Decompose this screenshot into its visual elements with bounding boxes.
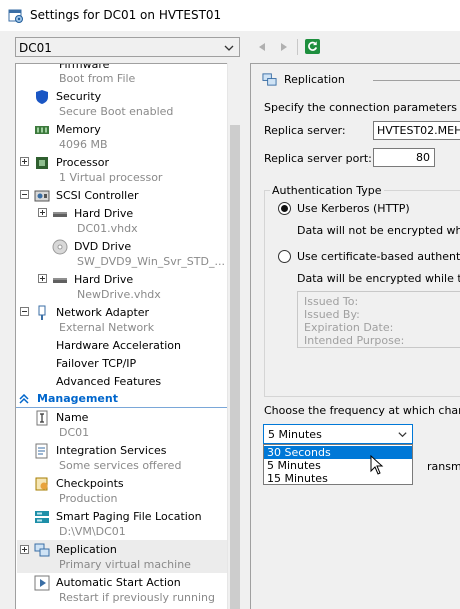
frequency-option-30-seconds[interactable]: 30 Seconds [264, 446, 412, 459]
scsi-controller-icon [34, 190, 50, 202]
mouse-cursor-icon [370, 455, 384, 475]
chevron-down-icon [224, 45, 234, 51]
network-adapter-icon [38, 305, 46, 320]
kerberos-note: Data will not be encrypted while tr [297, 224, 460, 237]
tree-item-autostart-label[interactable]: Automatic Start Action [56, 576, 181, 589]
certificate-details-box: Issued To: Issued By: Expiration Date: I… [297, 291, 460, 348]
intro-text: Specify the connection parameters to use [264, 101, 460, 114]
hard-drive-1-expand-icon[interactable] [38, 208, 47, 217]
tree-scrollbar[interactable] [227, 63, 241, 609]
triangle-left-icon[interactable] [256, 41, 268, 53]
shield-icon [36, 90, 48, 104]
section-title-rule [373, 80, 460, 81]
chevron-down-icon [398, 432, 407, 438]
frequency-option-15-minutes[interactable]: 15 Minutes [264, 472, 412, 485]
processor-icon [36, 157, 48, 169]
certificate-radio[interactable] [278, 250, 291, 263]
tree-item-autostart-sub: Restart if previously running [59, 591, 215, 604]
vm-select[interactable]: DC01 [15, 37, 240, 57]
processor-expand-icon[interactable] [20, 157, 29, 166]
frequency-option-5-minutes[interactable]: 5 Minutes [264, 459, 412, 472]
integration-services-icon [35, 443, 48, 459]
replica-port-input[interactable]: 80 [373, 148, 435, 167]
tree-item-security-sub: Secure Boot enabled [59, 105, 174, 118]
tree-item-integration-sub: Some services offered [59, 459, 182, 472]
tree-item-network-label[interactable]: Network Adapter [56, 306, 149, 319]
auth-group-title: Authentication Type [270, 184, 384, 197]
tree-item-name-label[interactable]: Name [56, 411, 88, 424]
replica-port-label: Replica server port: [264, 152, 372, 165]
frequency-select-value: 5 Minutes [268, 428, 322, 441]
section-title: Replication [284, 73, 345, 86]
hard-drive-icon [53, 212, 67, 217]
scsi-collapse-icon[interactable] [20, 190, 29, 199]
expiration-date-label: Expiration Date: [304, 321, 394, 334]
memory-icon [35, 126, 49, 134]
triangle-right-icon[interactable] [278, 41, 290, 53]
management-section-header[interactable]: Management [37, 392, 118, 405]
tree-item-firmware-sub: Boot from File [59, 72, 136, 85]
hardware-tree: Firmware Boot from File Security Secure … [15, 63, 241, 609]
tree-item-dvd-sub: SW_DVD9_Win_Svr_STD_... [77, 255, 225, 268]
hard-drive-2-expand-icon[interactable] [38, 274, 47, 283]
automatic-start-icon [34, 575, 50, 591]
window-title: Settings for DC01 on HVTEST01 [30, 8, 222, 22]
tree-item-name-sub: DC01 [59, 426, 90, 439]
replica-server-label: Replica server: [264, 124, 346, 137]
scrollbar-thumb[interactable] [230, 125, 240, 609]
tree-item-failover-label[interactable]: Failover TCP/IP [56, 357, 136, 370]
tree-item-checkpoints-label[interactable]: Checkpoints [56, 477, 124, 490]
frequency-label: Choose the frequency at which changes [264, 404, 460, 417]
replication-expand-icon[interactable] [20, 545, 29, 554]
partially-obscured-text: ransmitte [427, 460, 460, 473]
title-bar: Settings for DC01 on HVTEST01 [0, 0, 460, 31]
vm-select-value: DC01 [19, 41, 52, 55]
tree-item-checkpoints-sub: Production [59, 492, 118, 505]
tree-item-security-label[interactable]: Security [56, 90, 101, 103]
tree-item-processor-label[interactable]: Processor [56, 156, 109, 169]
certificate-note: Data will be encrypted while trans [297, 272, 460, 285]
issued-by-label: Issued By: [304, 308, 360, 321]
tree-item-replication-label[interactable]: Replication [56, 543, 117, 556]
issued-to-label: Issued To: [304, 295, 359, 308]
toolbar-divider [297, 39, 298, 55]
name-icon [36, 410, 48, 426]
tree-item-paging-sub: D:\VM\DC01 [59, 525, 126, 538]
tree-item-memory-sub: 4096 MB [59, 138, 108, 151]
tree-item-hard-drive-1-sub: DC01.vhdx [77, 222, 138, 235]
tree-item-advanced-label[interactable]: Advanced Features [56, 375, 161, 388]
tree-item-scsi-label[interactable]: SCSI Controller [56, 189, 139, 202]
tree-item-memory-label[interactable]: Memory [56, 123, 101, 136]
certificate-label[interactable]: Use certificate-based authenticatio [297, 250, 460, 263]
kerberos-label[interactable]: Use Kerberos (HTTP) [297, 202, 410, 215]
tree-item-hard-drive-2-label[interactable]: Hard Drive [74, 273, 133, 286]
tree-item-paging-label[interactable]: Smart Paging File Location [56, 510, 202, 523]
frequency-options-list: 30 Seconds 5 Minutes 15 Minutes [263, 444, 413, 485]
kerberos-radio[interactable] [278, 202, 291, 215]
settings-gear-icon [8, 9, 23, 23]
tree-item-replication-sub: Primary virtual machine [59, 558, 191, 571]
replica-server-input[interactable]: HVTEST02.MEHIC [373, 121, 460, 140]
smart-paging-icon [35, 511, 49, 523]
settings-detail-panel: Replication Specify the connection param… [250, 63, 460, 609]
tree-item-hard-drive-2-sub: NewDrive.vhdx [77, 288, 161, 301]
hard-drive-icon [53, 278, 67, 283]
tree-item-hw-accel-label[interactable]: Hardware Acceleration [56, 339, 181, 352]
checkpoints-icon [35, 477, 48, 491]
network-collapse-icon[interactable] [20, 307, 29, 316]
replication-icon [262, 73, 277, 86]
tree-item-network-sub: External Network [59, 321, 155, 334]
tree-item-processor-sub: 1 Virtual processor [59, 171, 163, 184]
refresh-icon[interactable] [305, 39, 320, 54]
management-divider [16, 407, 227, 408]
dvd-drive-icon [52, 239, 68, 255]
frequency-select[interactable]: 5 Minutes [263, 424, 413, 444]
tree-item-dvd-label[interactable]: DVD Drive [74, 240, 131, 253]
tree-item-firmware-label[interactable]: Firmware [59, 64, 109, 71]
intended-purpose-label: Intended Purpose: [304, 334, 405, 347]
tree-item-integration-label[interactable]: Integration Services [56, 444, 167, 457]
replication-icon [34, 543, 50, 557]
tree-item-hard-drive-1-label[interactable]: Hard Drive [74, 207, 133, 220]
double-chevron-up-icon[interactable] [19, 394, 29, 404]
